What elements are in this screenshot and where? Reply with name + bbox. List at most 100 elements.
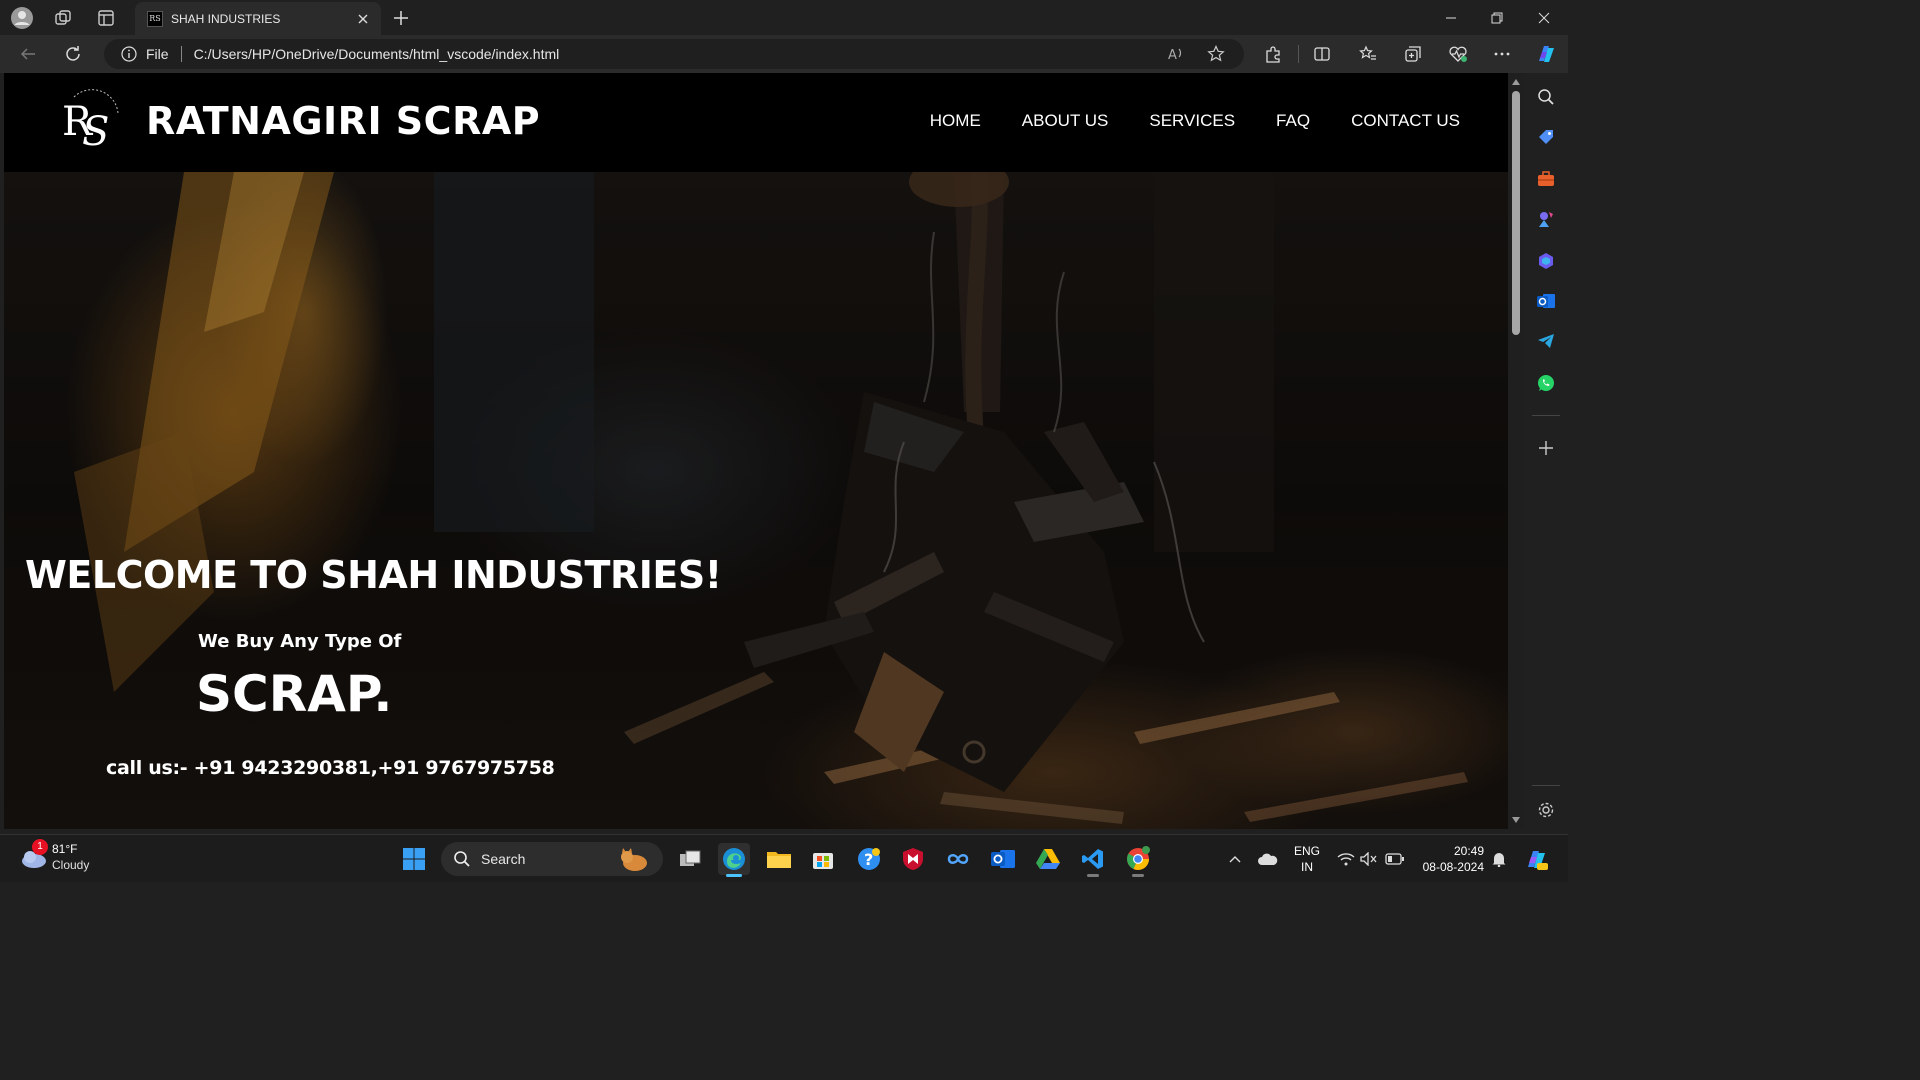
search-label: Search <box>481 851 526 867</box>
weather-condition: Cloudy <box>52 858 90 872</box>
tab-favicon: RS <box>147 10 163 27</box>
shopping-tag-icon[interactable] <box>1534 125 1558 149</box>
restore-icon[interactable] <box>1474 0 1520 35</box>
favorites-icon[interactable] <box>1356 42 1380 66</box>
toolbar-divider <box>1298 45 1299 63</box>
language-indicator[interactable]: ENG IN <box>1290 843 1324 875</box>
weather-widget[interactable]: 81°F Cloudy 1 <box>18 839 89 873</box>
show-hidden-icons-chevron-icon[interactable] <box>1224 835 1246 883</box>
hero-overlay <box>4 172 1508 829</box>
split-screen-icon[interactable] <box>1310 42 1334 66</box>
weather-badge: 1 <box>32 839 48 855</box>
extensions-icon[interactable] <box>1261 42 1285 66</box>
back-arrow-icon[interactable] <box>16 42 40 66</box>
mcafee-shield-icon[interactable] <box>897 843 929 875</box>
task-view-icon[interactable] <box>674 843 706 875</box>
microsoft-365-icon[interactable] <box>1534 249 1558 273</box>
main-nav: HOME ABOUT US SERVICES FAQ CONTACT US <box>930 111 1460 131</box>
taskbar-search[interactable]: Search <box>441 842 663 876</box>
scroll-down-arrow-icon[interactable] <box>1511 815 1521 825</box>
protocol-label: File <box>146 46 169 62</box>
system-clock[interactable]: 20:49 08-08-2024 <box>1416 843 1484 875</box>
battery-icon[interactable] <box>1383 835 1407 883</box>
address-bar[interactable]: File C:/Users/HP/OneDrive/Documents/html… <box>104 39 1244 69</box>
active-app-indicator <box>726 874 742 877</box>
profile-avatar-icon[interactable] <box>10 6 34 30</box>
get-help-icon[interactable]: ? <box>853 843 885 875</box>
add-sidebar-app-icon[interactable] <box>1534 436 1558 460</box>
microsoft-store-icon[interactable] <box>807 843 839 875</box>
nav-faq[interactable]: FAQ <box>1276 111 1310 131</box>
nav-services[interactable]: SERVICES <box>1149 111 1235 131</box>
nav-home[interactable]: HOME <box>930 111 981 131</box>
wifi-icon[interactable] <box>1335 835 1357 883</box>
notifications-bell-icon[interactable] <box>1488 835 1510 883</box>
outlook-taskbar-icon[interactable] <box>987 843 1019 875</box>
outlook-icon[interactable] <box>1534 289 1558 313</box>
scroll-up-arrow-icon[interactable] <box>1511 77 1521 87</box>
close-tab-icon[interactable] <box>351 7 375 31</box>
sidebar-divider-bottom <box>1532 785 1560 786</box>
tools-briefcase-icon[interactable] <box>1534 167 1558 191</box>
browser-title-bar: RS SHAH INDUSTRIES <box>0 0 1568 35</box>
hero-subheadline: We Buy Any Type Of <box>198 631 402 652</box>
nav-contact-us[interactable]: CONTACT US <box>1351 111 1460 131</box>
browser-toolbar: File C:/Users/HP/OneDrive/Documents/html… <box>0 35 1568 73</box>
language-code: ENG <box>1293 844 1320 858</box>
site-info-icon[interactable] <box>120 45 138 63</box>
vscode-icon[interactable] <box>1077 843 1109 877</box>
hero-headline: WELCOME TO SHAH INDUSTRIES! <box>25 553 722 597</box>
clock-date: 08-08-2024 <box>1422 860 1484 874</box>
chrome-icon[interactable] <box>1122 843 1154 877</box>
search-highlight-cat-icon <box>621 848 647 871</box>
running-app-indicator-2 <box>1132 874 1144 877</box>
favorite-star-icon[interactable] <box>1204 42 1228 66</box>
workspaces-icon[interactable] <box>51 6 75 30</box>
copilot-icon[interactable] <box>1534 42 1558 66</box>
sidebar-settings-gear-icon[interactable] <box>1534 798 1558 822</box>
sidebar-search-icon[interactable] <box>1534 85 1558 109</box>
new-tab-icon[interactable] <box>389 6 413 30</box>
close-window-icon[interactable] <box>1521 0 1567 35</box>
file-explorer-icon[interactable] <box>763 843 795 875</box>
scroll-thumb[interactable] <box>1512 91 1520 335</box>
browser-essentials-icon[interactable] <box>1446 42 1470 66</box>
onedrive-cloud-icon[interactable] <box>1255 835 1281 883</box>
copilot-taskbar-icon[interactable] <box>1520 835 1552 883</box>
edge-sidebar <box>1524 73 1568 829</box>
brand-name[interactable]: RATNAGIRI SCRAP <box>146 99 540 143</box>
infinity-app-icon[interactable] <box>942 843 974 875</box>
language-region: IN <box>1301 860 1313 874</box>
site-header: R S RATNAGIRI SCRAP HOME ABOUT US SERVIC… <box>4 73 1508 172</box>
rs-logo[interactable]: R S <box>60 87 126 155</box>
call-us-text: call us:- +91 9423290381,+91 9767975758 <box>106 757 555 779</box>
telegram-icon[interactable] <box>1534 329 1558 353</box>
svg-text:S: S <box>82 109 109 153</box>
speaker-muted-icon[interactable] <box>1358 835 1380 883</box>
browser-tab[interactable]: RS SHAH INDUSTRIES <box>135 2 381 35</box>
svg-text:A: A <box>1168 48 1177 63</box>
hero-highlight: SCRAP. <box>196 665 393 723</box>
edge-taskbar-icon[interactable] <box>718 843 750 877</box>
address-separator <box>180 46 182 62</box>
url-text[interactable]: C:/Users/HP/OneDrive/Documents/html_vsco… <box>194 46 1164 62</box>
weather-temp: 81°F <box>52 842 78 856</box>
games-icon[interactable] <box>1534 207 1558 231</box>
collections-icon[interactable] <box>1401 42 1425 66</box>
read-aloud-icon[interactable]: A <box>1164 42 1188 66</box>
weather-text: 81°F Cloudy <box>52 841 89 873</box>
search-icon <box>454 851 470 867</box>
windows-start-icon[interactable] <box>398 843 430 875</box>
page-viewport: R S RATNAGIRI SCRAP HOME ABOUT US SERVIC… <box>4 73 1508 829</box>
nav-about-us[interactable]: ABOUT US <box>1022 111 1109 131</box>
more-options-icon[interactable] <box>1490 42 1514 66</box>
minimize-icon[interactable] <box>1428 0 1474 35</box>
google-drive-icon[interactable] <box>1032 843 1064 875</box>
page-scrollbar[interactable] <box>1508 73 1524 829</box>
whatsapp-icon[interactable] <box>1534 371 1558 395</box>
vertical-tabs-icon[interactable] <box>94 6 118 30</box>
hero-section <box>4 172 1508 829</box>
running-app-indicator <box>1087 874 1099 877</box>
refresh-icon[interactable] <box>61 42 85 66</box>
windows-taskbar: 81°F Cloudy 1 Search ? ENG IN 20:49 08-0… <box>0 834 1568 882</box>
